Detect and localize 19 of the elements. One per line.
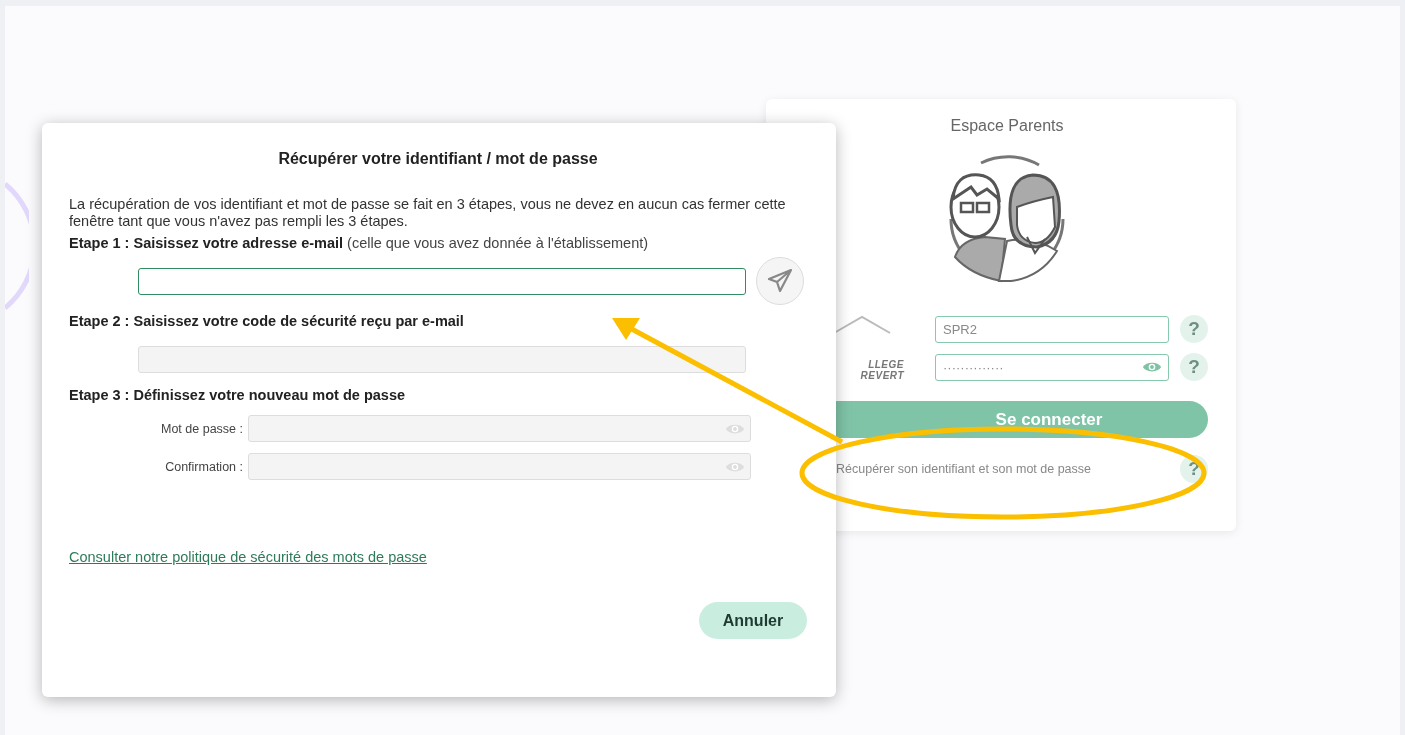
paper-plane-icon [767,268,793,294]
step-label: Etape 2 : Saisissez votre code de sécurité reçu par e-mail [69,313,465,329]
help-button[interactable]: ? [1180,315,1208,343]
field-label: Confirmation : [164,459,243,474]
eye-icon[interactable] [1142,360,1162,374]
send-button[interactable] [756,257,804,305]
username-field[interactable]: SPR2 [935,315,1169,343]
password-field[interactable]: ·············· [935,353,1169,381]
dialog-title: Récupérer votre identifiant / mot de passe [278,150,598,168]
help-button[interactable]: ? [1180,353,1208,381]
recover-credentials-link[interactable]: Récupérer son identifiant et son mot de passe [836,462,1091,476]
card-title: Espace Parents [950,117,1064,135]
input-field[interactable] [138,267,746,295]
cancel-button[interactable]: Annuler [699,602,807,639]
password-policy-link[interactable]: Consulter notre politique de sécurité des mots de passe [69,549,427,565]
intro-text: La récupération de vos identifiant et mot de passe se fait en 3 étapes, vous ne devez en aucun cas fermer cette fenêtre tant que vous n'avez pas rempli les 3 étapes. [69,196,787,230]
field-label: Mot de passe : [160,421,243,436]
step-label: Etape 3 : Définissez votre nouveau mot de passe [69,387,407,403]
step-label: Etape 1 : Saisissez votre adresse e-mail (celle que vous avez donnée à l'établissement) [69,235,650,251]
